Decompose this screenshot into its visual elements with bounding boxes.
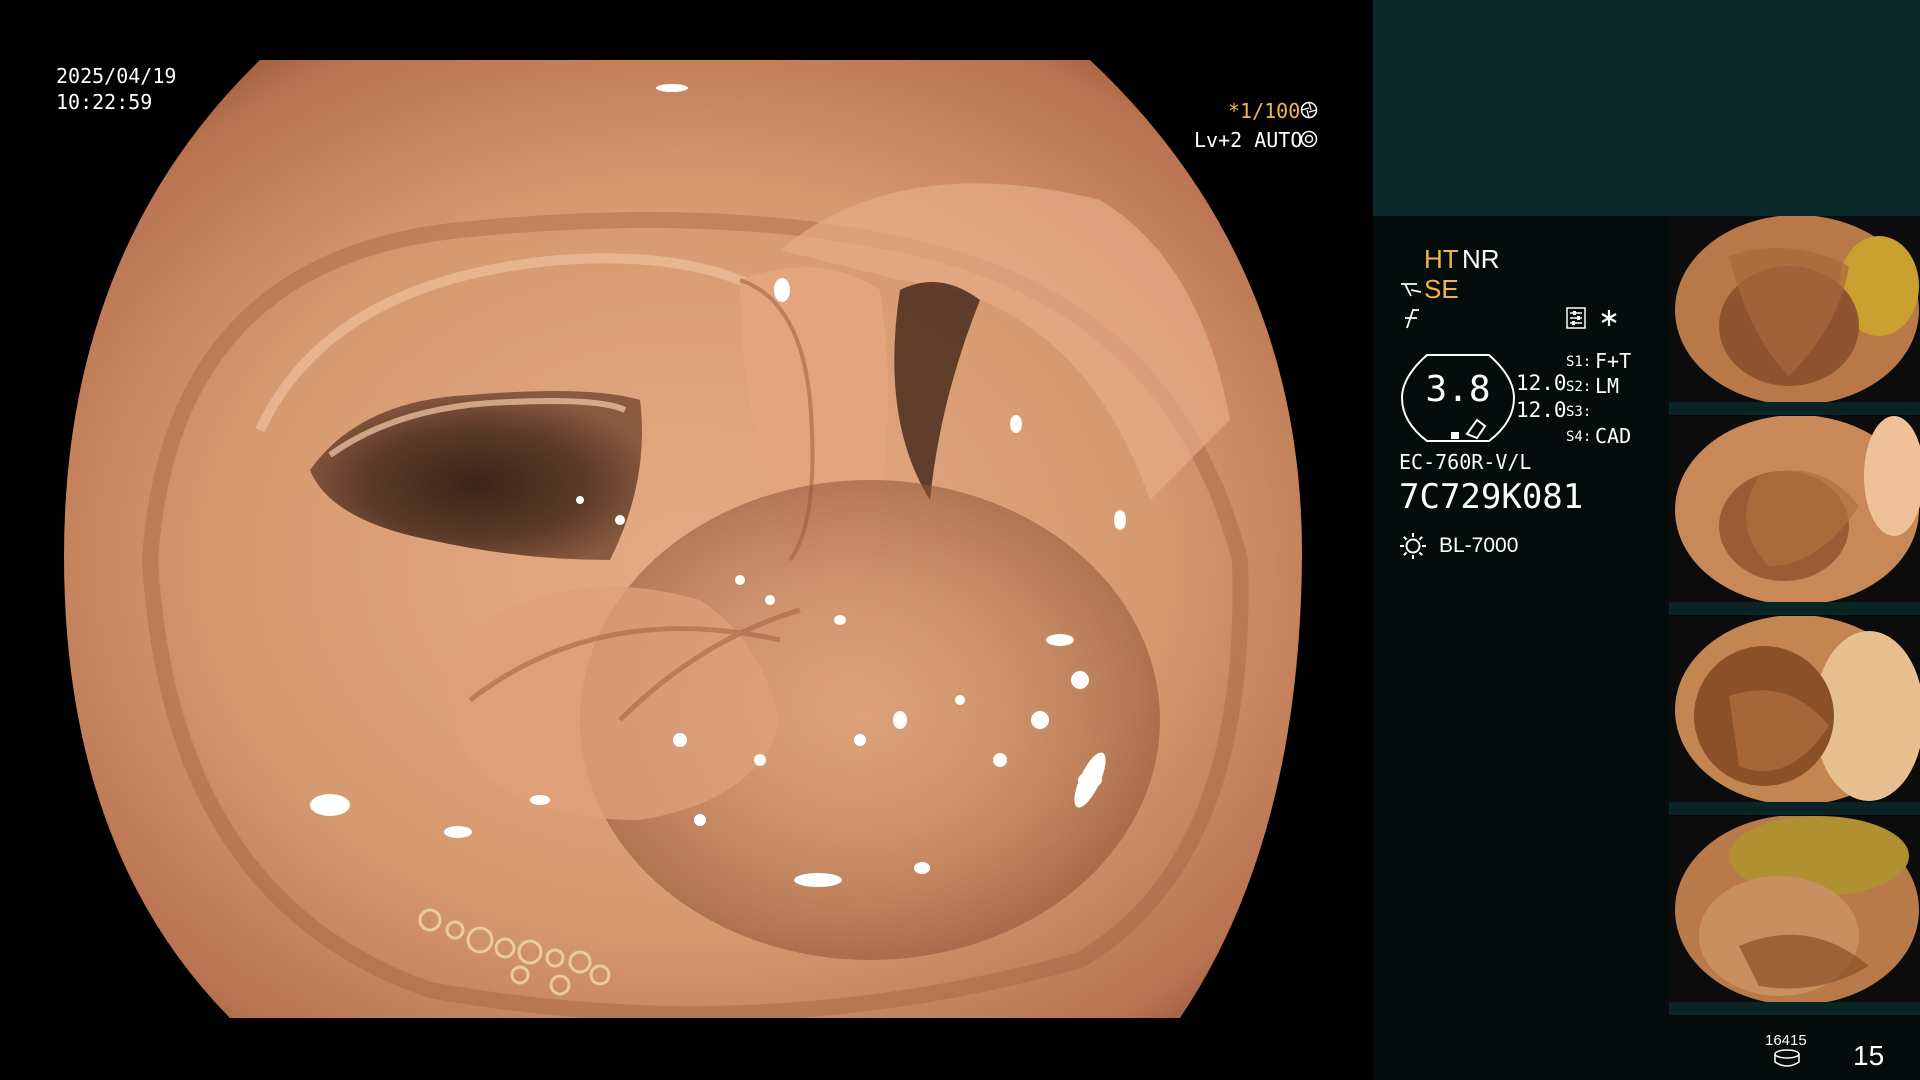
endoscope-view: 2025/04/19 10:22:59 *1/100 Lv+2 AUTO — [0, 0, 1373, 1080]
se-indicator: SE — [1424, 274, 1459, 304]
scope-gauge-value: 3.8 — [1425, 369, 1491, 410]
thumbnail-image — [1669, 816, 1920, 1015]
ht-indicator: HT — [1424, 244, 1459, 274]
exam-date: 2025/04/19 — [56, 64, 177, 88]
slot-4-label: S4: — [1566, 429, 1592, 445]
brightness-level: Lv+2 AUTO — [1194, 128, 1303, 152]
panel-header-band — [1373, 0, 1920, 216]
slot-4-value: CAD — [1595, 424, 1632, 448]
structure-enhancement-icon — [1401, 283, 1422, 297]
light-source-icon — [1400, 533, 1426, 559]
endoscopic-image — [64, 60, 1303, 1018]
exam-time: 10:22:59 — [56, 90, 153, 114]
capture-thumbnail[interactable] — [1669, 216, 1920, 415]
slot-2-value: LM — [1595, 374, 1620, 398]
filter-icon — [1405, 309, 1419, 329]
shutter-speed-readout: *1/100 — [1228, 99, 1301, 123]
capture-thumbnail[interactable] — [1669, 616, 1920, 815]
slot-3-label: S3: — [1566, 404, 1592, 420]
nr-indicator: NR — [1462, 244, 1500, 274]
asterisk-icon — [1601, 310, 1617, 326]
settings-panel-icon — [1566, 307, 1586, 329]
storage-disk-icon — [1774, 1049, 1800, 1067]
slot-1-label: S1: — [1566, 354, 1592, 370]
auto-exposure-icon — [1300, 130, 1318, 148]
side-panel: HT NR SE 3.8 12.0 12.0 S1: F+T S2: LM S3… — [1373, 0, 1920, 1080]
scope-serial: 7C729K081 — [1399, 477, 1584, 517]
thumbnail-image — [1669, 416, 1920, 615]
slot-2-label: S2: — [1566, 379, 1592, 395]
reading-value-2: 12.0 — [1516, 398, 1567, 422]
light-source-model: BL-7000 — [1439, 534, 1519, 557]
thumbnail-image — [1669, 616, 1920, 815]
reading-value-1: 12.0 — [1516, 371, 1567, 395]
image-counter-total: 16415 — [1765, 1032, 1807, 1049]
shutter-speed-icon — [1300, 101, 1318, 119]
thumbnail-image — [1669, 216, 1920, 415]
capture-thumbnail[interactable] — [1669, 416, 1920, 615]
slot-1-value: F+T — [1595, 349, 1632, 373]
capture-thumbnail[interactable] — [1669, 816, 1920, 1015]
image-counter-session: 15 — [1853, 1040, 1885, 1071]
scope-model: EC-760R-V/L — [1399, 450, 1532, 474]
